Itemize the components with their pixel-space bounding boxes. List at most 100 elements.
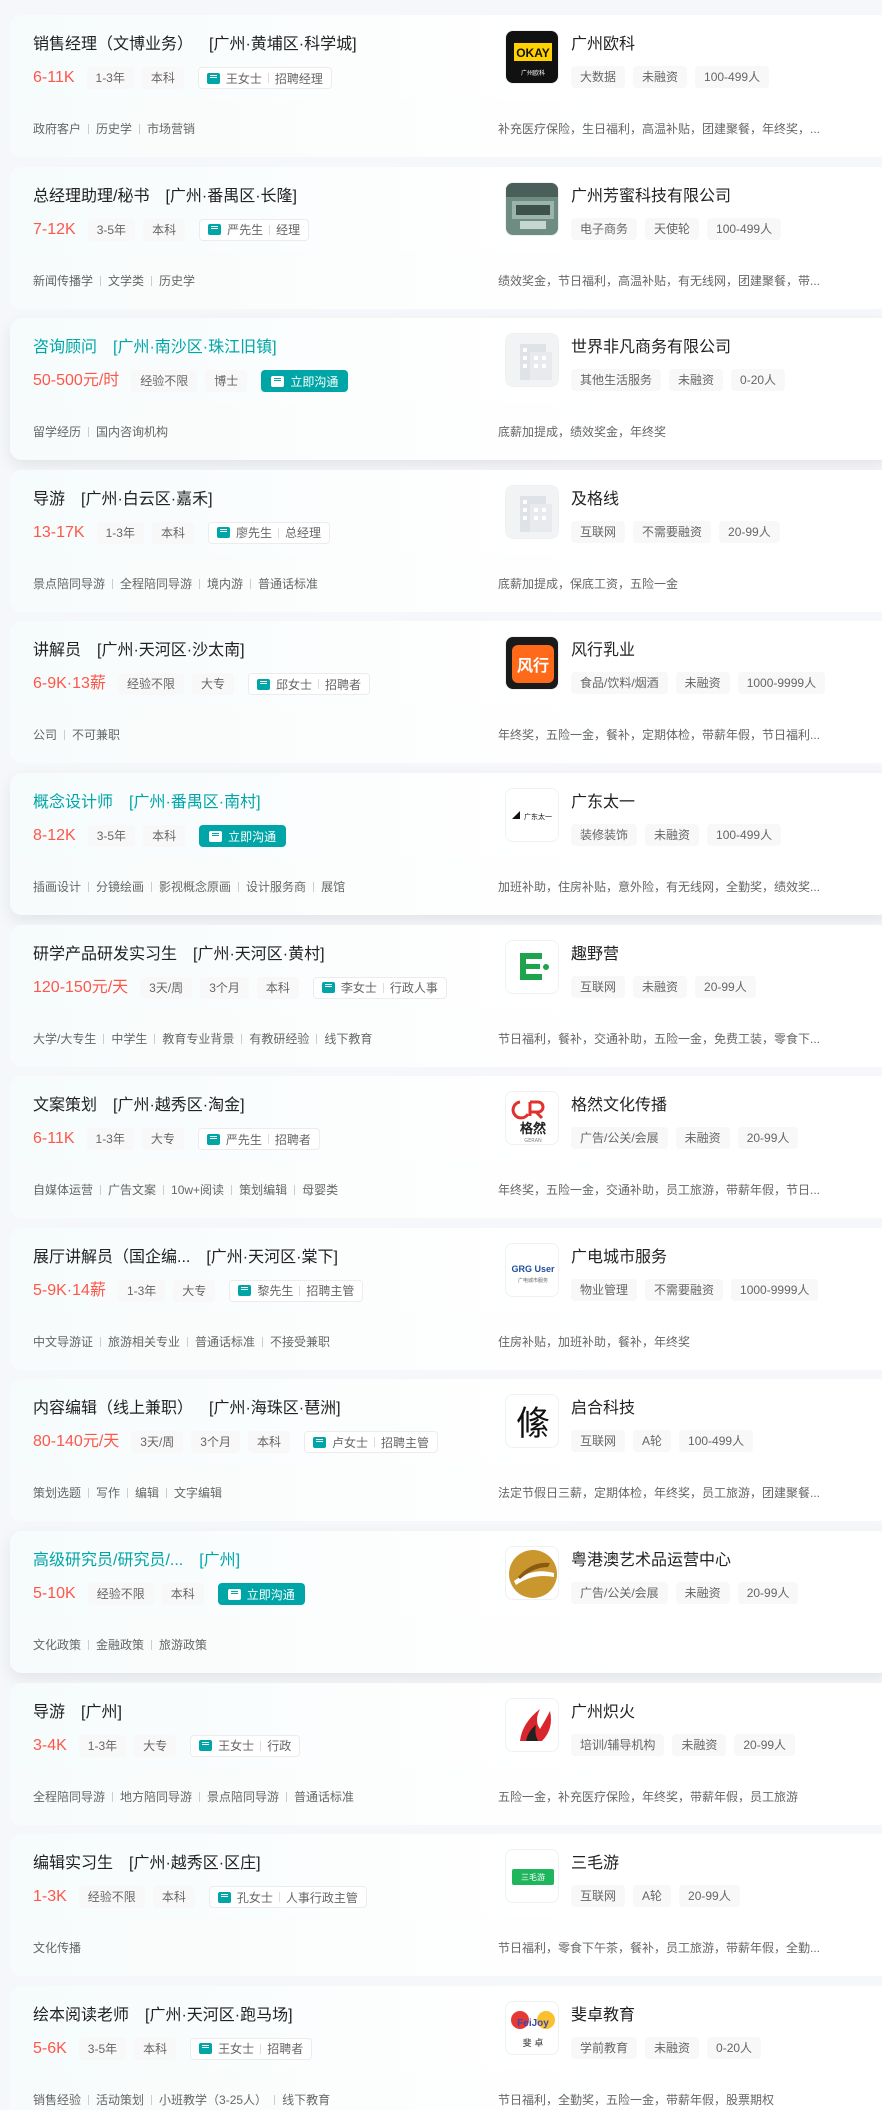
- skill-tag: 销售经验: [33, 2092, 82, 2107]
- company-logo[interactable]: 絛: [505, 1394, 559, 1449]
- job-title-row[interactable]: 销售经理（文博业务） [广州·黄埔区·科学城]: [33, 33, 357, 57]
- job-card[interactable]: 导游 [广州·白云区·嘉禾] 13-17K 1-3年 本科 廖先生 总经理 景点陪同…: [10, 469, 882, 612]
- job-title-row[interactable]: 高级研究员/研究员/... [广州]: [33, 1549, 240, 1573]
- company-name[interactable]: 广州欧科: [571, 33, 635, 57]
- chat-now-button[interactable]: 立即沟通: [199, 825, 287, 847]
- company-logo[interactable]: [505, 1546, 559, 1600]
- company-logo[interactable]: FeiJoy 斐 卓: [505, 2000, 559, 2055]
- company-logo[interactable]: 格然 GERAN: [505, 1091, 559, 1146]
- job-title[interactable]: 研学产品研发实习生: [33, 946, 177, 963]
- job-title[interactable]: 总经理助理/秘书: [33, 188, 149, 205]
- job-title-row[interactable]: 文案策划 [广州·越秀区·淘金]: [33, 1094, 245, 1118]
- job-title[interactable]: 概念设计师: [33, 794, 113, 811]
- recruiter-info[interactable]: 卢女士 招聘主管: [304, 1431, 439, 1454]
- company-benefits: 年终奖，五险一金，餐补，定期体检，带薪年假，节日福利...: [498, 728, 821, 743]
- company-tag: 未融资: [675, 672, 730, 695]
- job-card[interactable]: 讲解员 [广州·天河区·沙太南] 6-9K·13薪 经验不限 大专 邱女士 招聘者 …: [10, 621, 882, 764]
- company-name[interactable]: 广电城市服务: [571, 1246, 667, 1270]
- recruiter-info[interactable]: 孔女士 人事行政主管: [208, 1886, 367, 1909]
- job-card[interactable]: 展厅讲解员（国企编... [广州·天河区·棠下] 5-9K·14薪 1-3年 大专 …: [10, 1227, 882, 1370]
- job-card[interactable]: 总经理助理/秘书 [广州·番禺区·长隆] 7-12K 3-5年 本科 严先生 经理 …: [10, 166, 882, 309]
- recruiter-role: 招聘主管: [306, 1284, 355, 1299]
- skill-tag: 文化传播: [33, 1941, 82, 1956]
- chat-now-button[interactable]: 立即沟通: [217, 1583, 305, 1605]
- company-name[interactable]: 斐卓教育: [571, 2004, 635, 2028]
- job-tag: 大专: [141, 1128, 184, 1151]
- company-logo[interactable]: 广东太一: [505, 788, 559, 842]
- job-card[interactable]: 销售经理（文博业务） [广州·黄埔区·科学城] 6-11K 1-3年 本科 王女士 …: [10, 15, 882, 157]
- company-logo[interactable]: [505, 484, 559, 539]
- company-logo[interactable]: [505, 181, 559, 236]
- job-title[interactable]: 高级研究员/研究员/...: [33, 1552, 183, 1569]
- company-name[interactable]: 风行乳业: [571, 639, 635, 663]
- recruiter-info[interactable]: 王女士 行政: [190, 1734, 301, 1757]
- job-title[interactable]: 导游: [33, 491, 65, 508]
- company-logo[interactable]: [505, 939, 559, 994]
- company-name[interactable]: 粤港澳艺术品运营中心: [571, 1549, 731, 1573]
- job-title[interactable]: 导游: [33, 1704, 65, 1721]
- job-card[interactable]: 绘本阅读老师 [广州·天河区·跑马场] 5-6K 3-5年 本科 王女士 招聘者 销…: [10, 1985, 882, 2110]
- job-card[interactable]: 高级研究员/研究员/... [广州] 5-10K 经验不限 本科 立即沟通 文化政策…: [10, 1531, 882, 1673]
- job-area: [广州·天河区·棠下]: [206, 1248, 338, 1266]
- job-title[interactable]: 销售经理（文博业务）: [33, 36, 193, 53]
- company-logo[interactable]: [505, 333, 559, 388]
- svg-text:广东太一: 广东太一: [524, 812, 552, 821]
- company-name[interactable]: 三毛游: [571, 1852, 619, 1876]
- job-area: [广州·天河区·跑马场]: [145, 2006, 293, 2024]
- job-title-row[interactable]: 编辑实习生 [广州·越秀区·区庄]: [33, 1852, 261, 1876]
- job-title-row[interactable]: 概念设计师 [广州·番禺区·南村]: [33, 791, 261, 815]
- job-title-row[interactable]: 研学产品研发实习生 [广州·天河区·黄村]: [33, 943, 325, 967]
- company-logo[interactable]: [505, 1697, 559, 1752]
- company-tag: 食品/饮料/烟酒: [571, 672, 668, 695]
- company-name[interactable]: 及格线: [571, 488, 619, 512]
- company-name[interactable]: 世界非凡商务有限公司: [571, 336, 731, 360]
- job-title-row[interactable]: 导游 [广州]: [33, 1701, 122, 1725]
- job-title-row[interactable]: 导游 [广州·白云区·嘉禾]: [33, 488, 213, 512]
- recruiter-info[interactable]: 邱女士 招聘者: [247, 673, 370, 696]
- job-title[interactable]: 内容编辑（线上兼职）: [33, 1400, 193, 1417]
- job-salary: 6-11K: [33, 69, 75, 86]
- job-title[interactable]: 展厅讲解员（国企编...: [33, 1249, 190, 1266]
- company-logo[interactable]: 三毛游: [505, 1849, 559, 1904]
- recruiter-info[interactable]: 严先生 招聘者: [197, 1128, 320, 1151]
- recruiter-info[interactable]: 廖先生 总经理: [207, 521, 330, 544]
- skill-tag: 地方陪同导游: [105, 1790, 192, 1804]
- job-title-row[interactable]: 内容编辑（线上兼职） [广州·海珠区·琶洲]: [33, 1397, 341, 1421]
- recruiter-info[interactable]: 严先生 经理: [199, 218, 310, 241]
- job-title-row[interactable]: 咨询顾问 [广州·南沙区·珠江旧镇]: [33, 336, 277, 360]
- job-title[interactable]: 文案策划: [33, 1097, 97, 1114]
- company-tags: 食品/饮料/烟酒 未融资 1000-9999人: [571, 672, 833, 695]
- company-name[interactable]: 广东太一: [571, 791, 635, 815]
- job-salary: 5-6K: [33, 2039, 67, 2057]
- job-card[interactable]: 概念设计师 [广州·番禺区·南村] 8-12K 3-5年 本科 立即沟通 插画设计分…: [10, 773, 882, 915]
- job-card[interactable]: 导游 [广州] 3-4K 1-3年 大专 王女士 行政 全程陪同导游 地方陪同导游 景点…: [10, 1682, 882, 1825]
- recruiter-info[interactable]: 黎先生 招聘主管: [229, 1279, 364, 1302]
- company-name[interactable]: 趣野营: [571, 943, 619, 967]
- company-name[interactable]: 广州芳蜜科技有限公司: [571, 185, 731, 209]
- job-card[interactable]: 内容编辑（线上兼职） [广州·海珠区·琶洲] 80-140元/天 3天/周 3个月本…: [10, 1379, 882, 1522]
- company-name[interactable]: 广州炽火: [571, 1701, 635, 1725]
- job-title-row[interactable]: 讲解员 [广州·天河区·沙太南]: [33, 639, 245, 663]
- job-card[interactable]: 咨询顾问 [广州·南沙区·珠江旧镇] 50-500元/时 经验不限 博士 立即沟通 …: [10, 318, 882, 461]
- svg-text:广电城市服务: 广电城市服务: [518, 1277, 548, 1284]
- chat-now-button[interactable]: 立即沟通: [261, 370, 349, 393]
- company-logo[interactable]: GRG User 广电城市服务: [505, 1242, 559, 1297]
- recruiter-info[interactable]: 李女士 行政人事: [312, 976, 447, 999]
- company-logo[interactable]: 风行: [505, 636, 559, 691]
- company-logo[interactable]: OKAY 广州欧科: [505, 30, 559, 84]
- job-title-row[interactable]: 展厅讲解员（国企编... [广州·天河区·棠下]: [33, 1246, 338, 1270]
- company-name[interactable]: 启合科技: [571, 1397, 635, 1421]
- company-name[interactable]: 格然文化传播: [571, 1094, 667, 1118]
- job-card[interactable]: 研学产品研发实习生 [广州·天河区·黄村] 120-150元/天 3天/周 3个月本…: [10, 924, 882, 1067]
- job-title-row[interactable]: 绘本阅读老师 [广州·天河区·跑马场]: [33, 2004, 293, 2028]
- job-title-row[interactable]: 总经理助理/秘书 [广州·番禺区·长隆]: [33, 185, 297, 209]
- job-title[interactable]: 编辑实习生: [33, 1855, 113, 1872]
- job-title[interactable]: 咨询顾问: [33, 339, 97, 356]
- recruiter-info[interactable]: 王女士 招聘者: [190, 2037, 313, 2060]
- job-title[interactable]: 绘本阅读老师: [33, 2007, 129, 2024]
- job-card[interactable]: 文案策划 [广州·越秀区·淘金] 6-11K 1-3年 大专 严先生 招聘者 自媒体…: [10, 1076, 882, 1219]
- recruiter-name: 王女士: [218, 2042, 255, 2057]
- job-title[interactable]: 讲解员: [33, 642, 81, 659]
- job-card[interactable]: 编辑实习生 [广州·越秀区·区庄] 1-3K 经验不限 本科 孔女士 人事行政主管 …: [10, 1834, 882, 1977]
- recruiter-info[interactable]: 王女士 招聘经理: [197, 67, 332, 89]
